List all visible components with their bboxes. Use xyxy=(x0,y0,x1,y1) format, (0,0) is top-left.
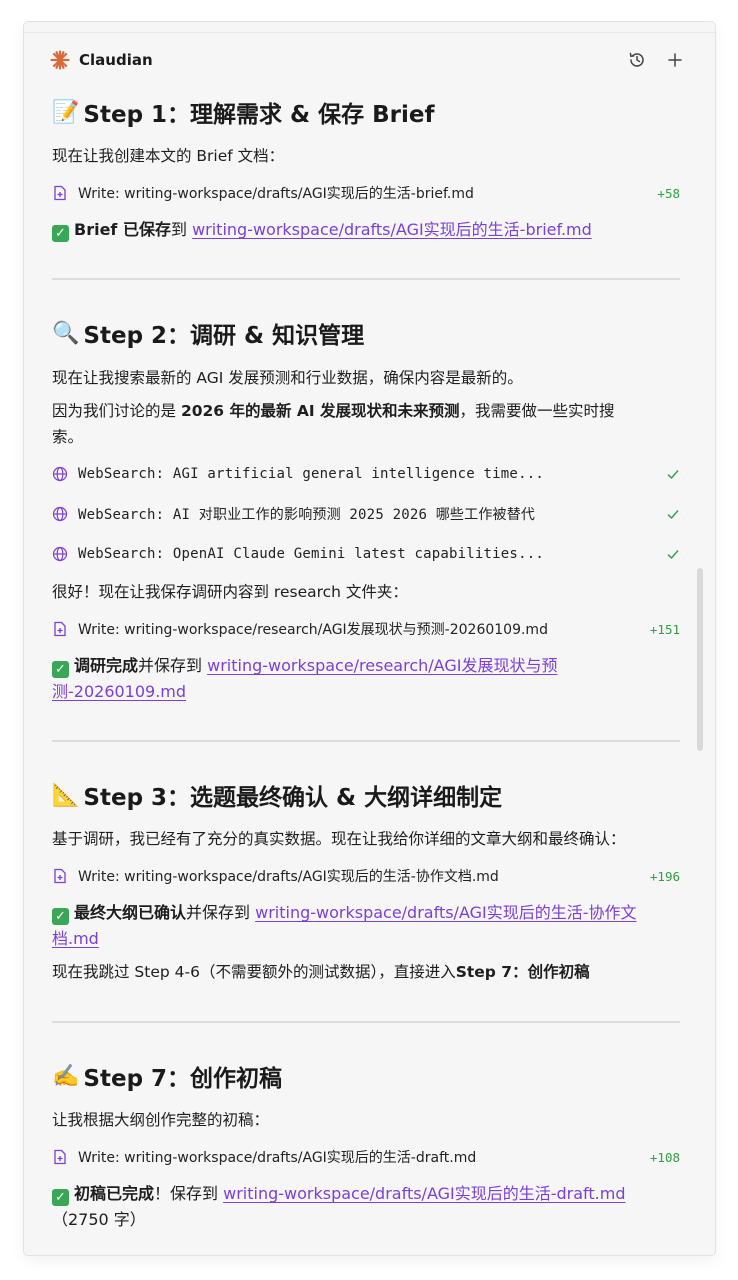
lines-added: +108 xyxy=(649,1149,680,1165)
triangle-ruler-icon: 📐 xyxy=(52,782,80,808)
section-divider xyxy=(52,1021,680,1023)
check-icon: ✓ xyxy=(52,661,69,678)
file-link[interactable]: 测-20260109.md xyxy=(52,682,186,701)
step3-done: ✓ 最终大纲已确认并保存到 writing-workspace/drafts/AG… xyxy=(52,903,637,948)
tool-call-websearch[interactable]: WebSearch: OpenAI Claude Gemini latest c… xyxy=(52,543,680,565)
lines-added: +196 xyxy=(649,868,680,884)
plus-icon xyxy=(668,53,682,67)
magnifier-icon: 🔍 xyxy=(52,320,80,346)
step2-intro: 现在让我搜索最新的 AGI 发展预测和行业数据，确保内容是最新的。 xyxy=(52,369,523,387)
step7-heading: ✍️ Step 7：创作初稿 xyxy=(52,1063,283,1093)
tool-call-write[interactable]: Write: writing-workspace/drafts/AGI实现后的生… xyxy=(52,865,680,887)
file-plus-icon xyxy=(54,868,66,884)
file-link[interactable]: writing-workspace/research/AGI发展现状与预 xyxy=(207,656,557,675)
scrollbar-thumb[interactable] xyxy=(697,568,703,751)
section-divider xyxy=(52,278,680,280)
new-chat-button[interactable] xyxy=(665,50,685,70)
lines-added: +151 xyxy=(649,621,680,637)
step1-heading: 📝 Step 1：理解需求 & 保存 Brief xyxy=(52,99,435,129)
tool-call-write[interactable]: Write: writing-workspace/drafts/AGI实现后的生… xyxy=(52,1146,680,1168)
globe-icon xyxy=(52,546,68,562)
file-link[interactable]: writing-workspace/drafts/AGI实现后的生活-协作文 xyxy=(255,903,636,922)
word-count: （2750 字） xyxy=(52,1210,146,1229)
app-title: Claudian xyxy=(79,51,153,69)
check-icon: ✓ xyxy=(52,1189,69,1206)
step1-done: ✓ Brief 已保存到 writing-workspace/drafts/AGI… xyxy=(52,217,680,243)
step2-reason-cont: 索。 xyxy=(52,428,84,446)
step7-intro: 让我根据大纲创作完整的初稿： xyxy=(52,1111,270,1129)
step2-save-text: 很好！现在让我保存调研内容到 research 文件夹： xyxy=(52,583,408,601)
step2-done: ✓ 调研完成并保存到 writing-workspace/research/AGI… xyxy=(52,656,558,701)
file-plus-icon xyxy=(54,185,66,201)
check-icon: ✓ xyxy=(52,908,69,925)
tool-call-websearch[interactable]: WebSearch: AGI artificial general intell… xyxy=(52,463,680,485)
step3-intro: 基于调研，我已经有了充分的真实数据。现在让我给你详细的文章大纲和最终确认： xyxy=(52,830,626,848)
file-link[interactable]: writing-workspace/drafts/AGI实现后的生活-draft… xyxy=(223,1184,625,1203)
panel-top-strip xyxy=(24,22,715,33)
chat-panel: Claudian 📝 Step 1：理解需求 & 保存 Brief 现在让我创建… xyxy=(24,22,715,1255)
step2-heading: 🔍 Step 2：调研 & 知识管理 xyxy=(52,320,365,350)
file-plus-icon xyxy=(54,1149,66,1165)
file-link[interactable]: 档.md xyxy=(52,929,99,948)
globe-icon xyxy=(52,466,68,482)
step3-heading: 📐 Step 3：选题最终确认 & 大纲详细制定 xyxy=(52,782,503,812)
check-icon xyxy=(667,470,679,480)
lines-added: +58 xyxy=(657,185,680,201)
globe-icon xyxy=(52,506,68,522)
tool-call-websearch[interactable]: WebSearch: AI 对职业工作的影响预测 2025 2026 哪些工作被… xyxy=(52,503,680,525)
file-link[interactable]: writing-workspace/drafts/AGI实现后的生活-brief… xyxy=(192,220,592,239)
memo-icon: 📝 xyxy=(52,99,80,125)
step2-reason: 因为我们讨论的是 2026 年的最新 AI 发展现状和未来预测，我需要做一些实时… xyxy=(52,402,615,420)
tool-call-write[interactable]: Write: writing-workspace/drafts/AGI实现后的生… xyxy=(52,182,680,204)
check-icon xyxy=(667,510,679,520)
check-icon: ✓ xyxy=(52,225,69,242)
panel-header: Claudian xyxy=(50,48,685,72)
check-icon xyxy=(667,550,679,560)
tool-call-write[interactable]: Write: writing-workspace/research/AGI发展现… xyxy=(52,618,680,640)
step7-done: ✓ 初稿已完成！保存到 writing-workspace/drafts/AGI实… xyxy=(52,1184,626,1229)
step3-skip-note: 现在我跳过 Step 4-6（不需要额外的测试数据），直接进入Step 7：创作… xyxy=(52,963,590,981)
history-icon xyxy=(629,52,644,67)
writing-hand-icon: ✍️ xyxy=(52,1063,80,1089)
step1-intro: 现在让我创建本文的 Brief 文档： xyxy=(52,147,285,165)
sunburst-icon xyxy=(50,50,70,70)
file-plus-icon xyxy=(54,621,66,637)
history-button[interactable] xyxy=(627,50,647,70)
section-divider xyxy=(52,740,680,742)
